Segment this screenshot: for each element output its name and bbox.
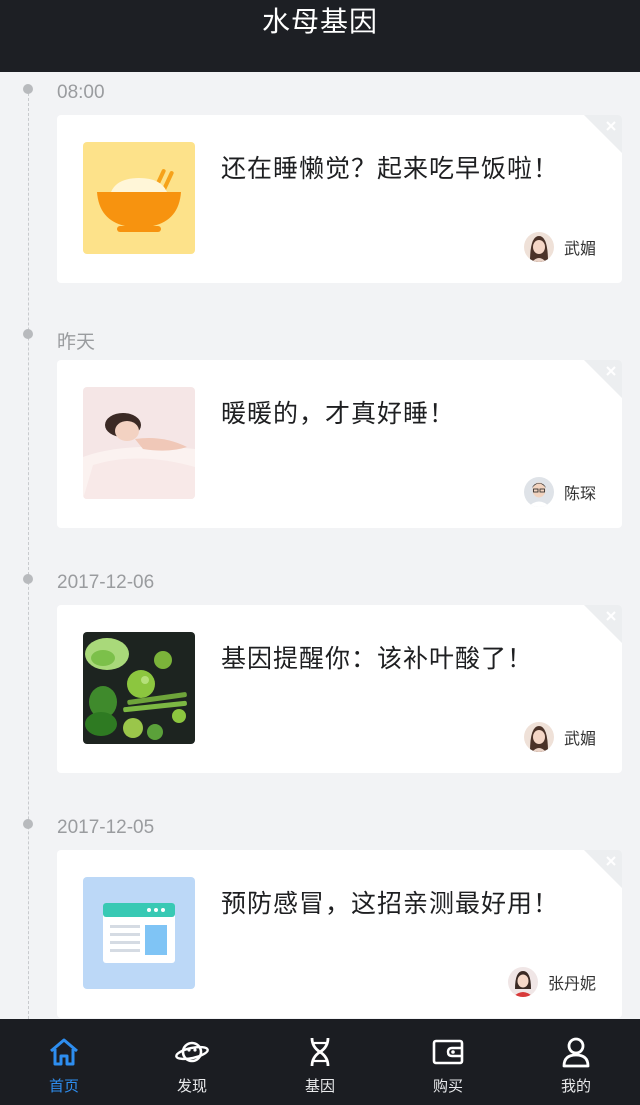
avatar	[523, 477, 554, 507]
green-vegetables-photo	[83, 632, 195, 744]
message-card[interactable]: 还在睡懒觉？起来吃早饭啦！ 武媚	[57, 115, 622, 283]
sleeping-woman-photo	[83, 387, 195, 499]
nav-label: 首页	[48, 1077, 79, 1095]
breakfast-bowl-image	[83, 142, 195, 254]
nav-label: 发现	[176, 1077, 207, 1095]
wallet-icon	[432, 1039, 464, 1065]
bottom-nav: 首页 发现 基因 购买 我的	[0, 1019, 640, 1105]
timeline-line	[28, 88, 29, 1019]
entry-date: 2017-12-06	[57, 572, 155, 593]
close-icon[interactable]	[584, 605, 622, 643]
message-card[interactable]: 暖暖的，才真好睡！ 陈琛	[57, 360, 622, 528]
entry-date: 08:00	[57, 82, 105, 103]
author-info[interactable]: 张丹妮	[507, 966, 596, 998]
author-info[interactable]: 陈琛	[523, 476, 596, 508]
app-screen: 水母基因 08:00 还在睡懒觉？起来吃早饭啦！ 武媚 昨天 暖暖的，才真好睡！…	[0, 0, 640, 1105]
avatar	[523, 232, 554, 262]
entry-date: 2017-12-05	[57, 817, 155, 838]
dna-icon	[310, 1037, 330, 1067]
home-icon	[50, 1038, 78, 1066]
author-name: 武媚	[563, 239, 596, 258]
close-icon[interactable]	[584, 360, 622, 398]
author-info[interactable]: 武媚	[523, 721, 596, 753]
avatar	[507, 967, 538, 997]
message-text: 基因提醒你：该补叶酸了！	[221, 644, 534, 673]
close-icon[interactable]	[584, 115, 622, 153]
nav-label: 我的	[560, 1077, 591, 1095]
timeline-dot	[23, 819, 33, 829]
nav-label: 基因	[304, 1077, 335, 1095]
nav-item-gene[interactable]: 基因	[256, 1019, 384, 1105]
timeline-dot	[23, 329, 33, 339]
message-text: 暖暖的，才真好睡！	[221, 399, 456, 428]
page-title: 水母基因	[261, 5, 378, 38]
user-icon	[562, 1037, 590, 1068]
nav-item-buy[interactable]: 购买	[384, 1019, 512, 1105]
avatar	[523, 722, 554, 752]
nav-item-home[interactable]: 首页	[0, 1019, 128, 1105]
nav-item-discover[interactable]: 发现	[128, 1019, 256, 1105]
timeline-dot	[23, 84, 33, 94]
message-card[interactable]: 预防感冒，这招亲测最好用！ 张丹妮	[57, 850, 622, 1018]
timeline-dot	[23, 574, 33, 584]
message-text: 还在睡懒觉？起来吃早饭啦！	[221, 154, 560, 183]
author-name: 张丹妮	[547, 974, 596, 993]
author-name: 武媚	[563, 729, 596, 748]
message-text: 预防感冒，这招亲测最好用！	[221, 889, 560, 918]
entry-date: 昨天	[57, 332, 96, 353]
nav-label: 购买	[432, 1077, 463, 1095]
author-info[interactable]: 武媚	[523, 231, 596, 263]
close-icon[interactable]	[584, 850, 622, 888]
author-name: 陈琛	[563, 484, 596, 503]
message-card[interactable]: 基因提醒你：该补叶酸了！ 武媚	[57, 605, 622, 773]
app-header: 水母基因	[0, 0, 640, 72]
planet-icon	[175, 1041, 209, 1063]
nav-item-profile[interactable]: 我的	[512, 1019, 640, 1105]
browser-window-image	[83, 877, 195, 989]
